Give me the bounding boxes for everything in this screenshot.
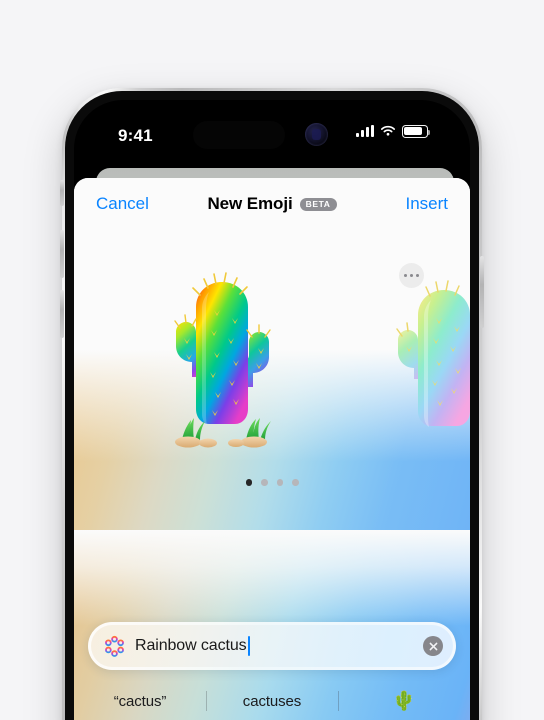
rainbow-cactus-pastel-icon [396,280,470,427]
autocomplete-suggestion-bar: “cactus” cactuses 🌵 [74,682,470,720]
emoji-prompt-container: Rainbow cactus [88,622,456,670]
emoji-prompt-value: Rainbow cactus [135,637,247,654]
status-clock: 9:41 [118,126,153,145]
iphone-device-frame: 9:41 Cancel New Emoji BETA Insert Rainbo… [60,88,484,720]
power-button[interactable] [480,256,484,328]
device-screen: 9:41 Cancel New Emoji BETA Insert Rainbo… [74,100,470,720]
gradient-fade-overlay [74,530,470,626]
screenshot-stage: 9:41 Cancel New Emoji BETA Insert Rainbo… [0,0,544,720]
page-dot-2[interactable] [261,479,268,486]
emoji-card-rainbow-cactus-pastel[interactable] [370,268,470,460]
more-options-icon[interactable] [399,263,424,288]
emoji-carousel[interactable] [74,268,470,460]
device-bezel: 9:41 Cancel New Emoji BETA Insert Rainbo… [65,91,479,720]
dynamic-island [193,121,285,149]
front-camera-icon [305,123,328,146]
rainbow-cactus-vivid-icon [174,272,271,448]
emoji-card-rainbow-cactus-vivid[interactable] [148,268,296,460]
action-button[interactable] [60,180,64,206]
page-title: New Emoji [207,194,293,213]
close-circle-icon[interactable] [423,636,443,656]
insert-button[interactable]: Insert [405,194,448,214]
apple-intelligence-icon [105,635,124,657]
volume-down-button[interactable] [60,290,64,338]
suggestion-word[interactable]: cactuses [206,693,338,710]
emoji-prompt-field[interactable]: Rainbow cactus [91,625,453,667]
page-indicator[interactable] [74,479,470,486]
sheet-navigation-bar: Cancel New Emoji BETA Insert [74,178,470,230]
page-dot-1[interactable] [245,479,252,486]
wifi-icon [381,126,395,136]
page-dot-3[interactable] [276,479,283,486]
volume-up-button[interactable] [60,230,64,278]
emoji-preview-area [74,230,470,530]
text-cursor [247,636,250,656]
suggestion-emoji[interactable]: 🌵 [338,689,470,713]
suggestion-literal[interactable]: “cactus” [74,693,206,710]
new-emoji-sheet: Cancel New Emoji BETA Insert Rainbow cac… [74,178,470,720]
status-bar: 9:41 [74,100,470,158]
beta-badge: BETA [299,197,337,211]
input-and-keyboard-region: Rainbow cactus “cactus” cactuses 🌵 [74,530,470,720]
x-glyph [429,642,437,650]
page-dot-4[interactable] [292,479,299,486]
cancel-button[interactable]: Cancel [96,194,149,214]
battery-icon [402,125,431,138]
signal-bars-icon [356,125,374,138]
status-indicators [356,125,431,138]
